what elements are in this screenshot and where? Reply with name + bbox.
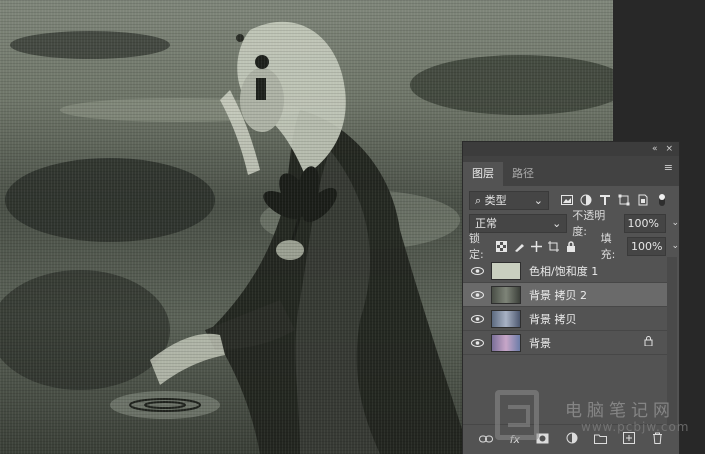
filter-pixel-icon[interactable] — [559, 193, 574, 208]
fill-input[interactable]: 100% — [626, 236, 667, 256]
collapse-icon[interactable]: « — [652, 144, 658, 154]
layer-name: 色相/饱和度 1 — [529, 264, 599, 278]
opacity-dropdown-icon[interactable]: ⌄ — [671, 218, 679, 228]
filter-adjustment-icon[interactable] — [578, 193, 593, 208]
tab-paths[interactable]: 路径 — [503, 162, 543, 186]
layer-row[interactable]: 背景 — [463, 331, 667, 355]
lock-icon[interactable] — [644, 336, 653, 349]
filter-smart-object-icon[interactable] — [635, 193, 650, 208]
fx-icon[interactable]: fx — [510, 433, 520, 446]
lock-position-icon[interactable] — [530, 239, 542, 254]
visibility-eye-icon[interactable] — [463, 338, 491, 347]
chevron-down-icon: ⌄ — [533, 193, 543, 207]
visibility-eye-icon[interactable] — [463, 290, 491, 299]
layers-panel: « × 图层 路径 ≡ ⌕ 类型 ⌄ 正常 ⌄ 不透明度: 100% ⌄ 锁定:… — [462, 141, 680, 454]
panel-tabs: 图层 路径 — [463, 156, 679, 186]
layer-thumbnail — [491, 309, 521, 328]
layer-thumbnail — [491, 261, 521, 280]
lock-transparent-pixels-icon[interactable] — [495, 239, 508, 254]
layer-thumbnail — [491, 333, 521, 352]
opacity-input[interactable]: 100% — [623, 213, 667, 233]
tab-layers[interactable]: 图层 — [463, 162, 503, 186]
filter-toggle-icon[interactable] — [654, 193, 669, 208]
layer-name: 背景 — [529, 336, 551, 350]
panel-bottom-bar: fx — [463, 424, 679, 454]
link-layers-icon[interactable] — [479, 433, 494, 446]
layer-filter-select[interactable]: ⌕ 类型 ⌄ — [469, 190, 549, 210]
filter-type-label: 类型 — [484, 194, 507, 207]
visibility-eye-icon[interactable] — [463, 266, 491, 275]
lock-all-icon[interactable] — [565, 239, 577, 254]
add-mask-icon[interactable] — [536, 433, 549, 447]
panel-titlebar[interactable]: « × — [463, 142, 679, 156]
layer-row-selected[interactable]: 背景 拷贝 2 — [463, 283, 667, 307]
layer-name: 背景 拷贝 — [529, 312, 577, 326]
new-layer-icon[interactable] — [623, 432, 636, 447]
filter-type-icon[interactable] — [597, 193, 612, 208]
chevron-down-icon: ⌄ — [552, 216, 562, 230]
group-icon[interactable] — [593, 433, 607, 447]
layer-row[interactable]: 背景 拷贝 — [463, 307, 667, 331]
lock-artboard-icon[interactable] — [548, 239, 560, 254]
lock-label: 锁定: — [469, 232, 484, 261]
opacity-value: 100% — [627, 216, 659, 230]
layer-thumbnail — [491, 285, 521, 304]
lock-image-pixels-icon[interactable] — [513, 239, 525, 254]
close-icon[interactable]: × — [665, 144, 673, 154]
layer-row[interactable]: 色相/饱和度 1 — [463, 259, 667, 283]
layers-scrollbar[interactable] — [667, 257, 677, 427]
fill-dropdown-icon[interactable]: ⌄ — [671, 241, 679, 251]
fill-value: 100% — [630, 239, 663, 253]
fill-label: 填充: — [600, 232, 616, 261]
visibility-eye-icon[interactable] — [463, 314, 491, 323]
blend-mode-value: 正常 — [475, 217, 497, 230]
adjustment-layer-icon[interactable] — [566, 432, 578, 447]
panel-menu-icon[interactable]: ≡ — [664, 161, 673, 174]
layer-name: 背景 拷贝 2 — [529, 288, 587, 302]
search-icon: ⌕ — [475, 194, 482, 207]
filter-shape-icon[interactable] — [616, 193, 631, 208]
delete-layer-icon[interactable] — [652, 432, 663, 447]
